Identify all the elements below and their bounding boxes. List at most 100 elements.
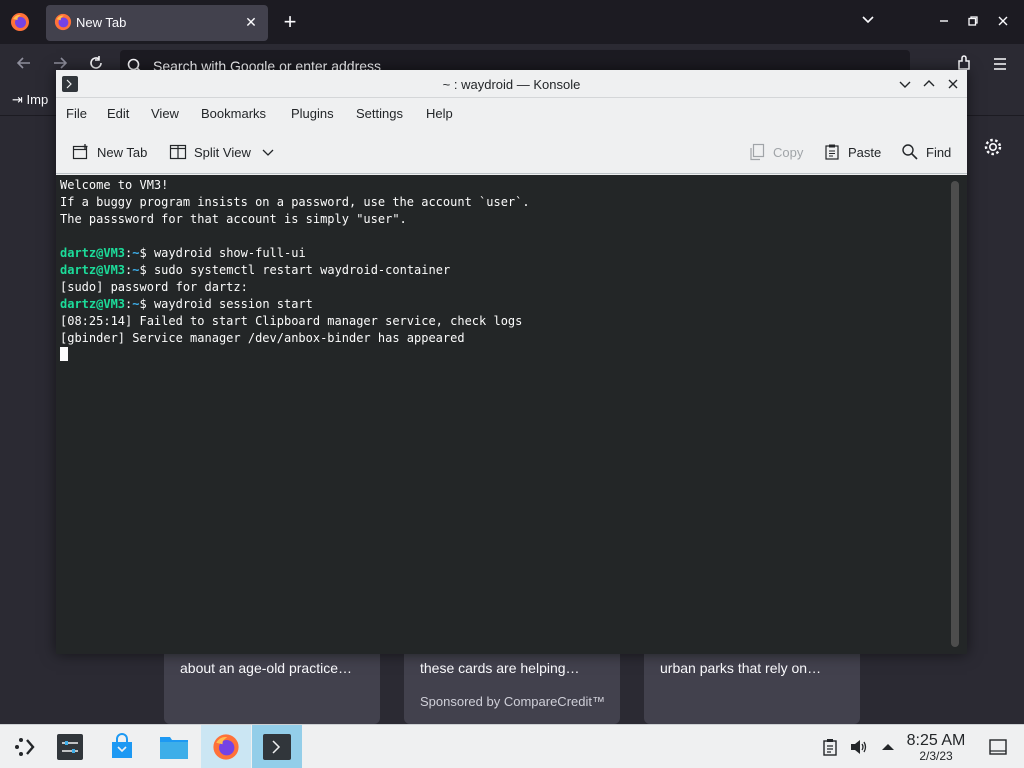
paste-label: Paste xyxy=(848,144,882,160)
firefox-tab-bar: New Tab ✕ + xyxy=(0,0,1024,44)
terminal-view[interactable]: Welcome to VM3! If a buggy program insist… xyxy=(56,175,967,654)
command-text: waydroid show-full-ui xyxy=(153,246,306,260)
close-icon[interactable] xyxy=(943,74,963,94)
prompt-path: ~ xyxy=(132,263,140,277)
chevron-down-icon[interactable] xyxy=(895,74,915,94)
close-window-icon[interactable] xyxy=(993,12,1013,32)
terminal-output-line: The passsword for that account is simply… xyxy=(60,211,940,228)
story-headline: about an age-old practice… xyxy=(180,660,352,676)
terminal-output-line: [sudo] password for dartz: xyxy=(60,279,940,296)
firefox-logo-icon[interactable] xyxy=(8,10,32,34)
terminal-command-line: dartz@VM3:~$ waydroid show-full-ui xyxy=(60,245,940,262)
menu-file[interactable]: File xyxy=(66,106,87,121)
back-arrow-icon[interactable] xyxy=(12,54,36,78)
terminal-output-line: If a buggy program insists on a password… xyxy=(60,194,940,211)
application-launcher-icon[interactable] xyxy=(0,725,50,768)
search-icon xyxy=(902,144,918,160)
story-card[interactable]: these cards are helping… Sponsored by Co… xyxy=(404,644,620,724)
prompt-user-host: dartz@VM3 xyxy=(60,246,126,260)
menu-plugins[interactable]: Plugins xyxy=(291,106,334,121)
discover-store-icon[interactable] xyxy=(97,725,147,768)
find-label: Find xyxy=(926,144,952,160)
menu-view[interactable]: View xyxy=(151,106,179,121)
output-text: [gbinder] Service manager /dev/anbox-bin… xyxy=(60,331,465,345)
import-bookmarks-button[interactable]: ⇥ Imp xyxy=(12,92,48,108)
restore-icon[interactable] xyxy=(963,12,983,32)
terminal-command-line: dartz@VM3:~$ sudo systemctl restart wayd… xyxy=(60,262,940,279)
prompt-char: $ xyxy=(139,246,154,260)
firefox-task-icon[interactable] xyxy=(201,725,251,768)
paste-icon xyxy=(825,144,839,160)
command-text: sudo systemctl restart waydroid-containe… xyxy=(153,263,451,277)
story-headline: urban parks that rely on… xyxy=(660,660,822,676)
menu-bookmarks[interactable]: Bookmarks xyxy=(201,106,266,121)
terminal-command-line: dartz@VM3:~$ waydroid session start xyxy=(60,296,940,313)
menu-settings[interactable]: Settings xyxy=(356,106,403,121)
find-button[interactable]: Find xyxy=(901,139,951,165)
prompt-char: $ xyxy=(139,297,154,311)
prompt-char: $ xyxy=(139,263,154,277)
konsole-task-icon[interactable] xyxy=(252,725,302,768)
clock-time[interactable]: 8:25 AM xyxy=(900,732,972,750)
prompt-user-host: dartz@VM3 xyxy=(60,297,126,311)
tab-label: New Tab xyxy=(76,15,127,30)
command-text: waydroid session start xyxy=(153,297,313,311)
konsole-titlebar[interactable]: ~ : waydroid — Konsole xyxy=(56,70,967,98)
terminal-scrollbar[interactable] xyxy=(951,181,959,647)
menu-hamburger-icon[interactable] xyxy=(988,54,1012,78)
prompt-path: ~ xyxy=(132,297,140,311)
story-headline: these cards are helping… xyxy=(420,660,580,676)
show-desktop-icon[interactable] xyxy=(988,737,1008,757)
split-view-button[interactable]: Split View xyxy=(169,139,275,165)
split-view-label: Split View xyxy=(194,144,251,160)
tray-expand-arrow-icon[interactable] xyxy=(878,737,898,757)
copy-icon xyxy=(750,143,765,161)
clock-date[interactable]: 2/3/23 xyxy=(900,749,972,763)
split-view-icon xyxy=(169,144,187,160)
output-text: Welcome to VM3! xyxy=(60,178,169,192)
list-all-tabs-icon[interactable] xyxy=(858,12,878,32)
konsole-window: ~ : waydroid — Konsole File Edit View Bo… xyxy=(56,70,967,654)
taskbar-panel: 8:25 AM 2/3/23 xyxy=(0,724,1024,768)
copy-label: Copy xyxy=(773,144,804,160)
new-tab-plus-icon[interactable]: + xyxy=(278,10,302,34)
copy-button[interactable]: Copy xyxy=(748,139,803,165)
minimize-icon[interactable] xyxy=(934,12,954,32)
import-icon: ⇥ xyxy=(12,92,23,107)
chevron-up-icon[interactable] xyxy=(919,74,939,94)
konsole-menubar: File Edit View Bookmarks Plugins Setting… xyxy=(56,98,967,130)
file-manager-icon[interactable] xyxy=(149,725,199,768)
gear-icon[interactable] xyxy=(982,136,1004,158)
close-tab-icon[interactable]: ✕ xyxy=(242,13,260,31)
firefox-tab-icon xyxy=(54,13,72,31)
new-tab-label: New Tab xyxy=(97,144,148,160)
terminal-cursor xyxy=(60,347,68,361)
new-tab-button[interactable]: New Tab xyxy=(72,139,147,165)
output-text: [08:25:14] Failed to start Clipboard man… xyxy=(60,314,523,328)
clipboard-icon[interactable] xyxy=(820,737,840,757)
terminal-output: Welcome to VM3! If a buggy program insist… xyxy=(60,177,940,364)
konsole-toolbar: New Tab Split View Copy Paste Find xyxy=(56,130,967,174)
menu-help[interactable]: Help xyxy=(426,106,453,121)
import-bookmarks-label: Imp xyxy=(26,92,49,107)
terminal-cursor-line xyxy=(60,347,940,364)
story-card[interactable]: about an age-old practice… xyxy=(164,644,380,724)
window-title: ~ : waydroid — Konsole xyxy=(442,77,581,92)
terminal-output-line: Welcome to VM3! xyxy=(60,177,940,194)
output-text: If a buggy program insists on a password… xyxy=(60,195,530,209)
terminal-output-line: [gbinder] Service manager /dev/anbox-bin… xyxy=(60,330,940,347)
chevron-down-icon xyxy=(262,149,274,156)
volume-icon[interactable] xyxy=(849,737,869,757)
paste-button[interactable]: Paste xyxy=(823,139,881,165)
output-text: [sudo] password for dartz: xyxy=(60,280,248,294)
output-text: The passsword for that account is simply… xyxy=(60,212,407,226)
new-tab-icon xyxy=(72,144,88,160)
prompt-path: ~ xyxy=(132,246,140,260)
story-sponsor: Sponsored by CompareCredit™ xyxy=(420,694,605,709)
story-card[interactable]: urban parks that rely on… xyxy=(644,644,860,724)
system-settings-icon[interactable] xyxy=(45,725,95,768)
terminal-output-line: [08:25:14] Failed to start Clipboard man… xyxy=(60,313,940,330)
menu-edit[interactable]: Edit xyxy=(107,106,129,121)
tab-new-tab[interactable]: New Tab ✕ xyxy=(46,5,268,41)
